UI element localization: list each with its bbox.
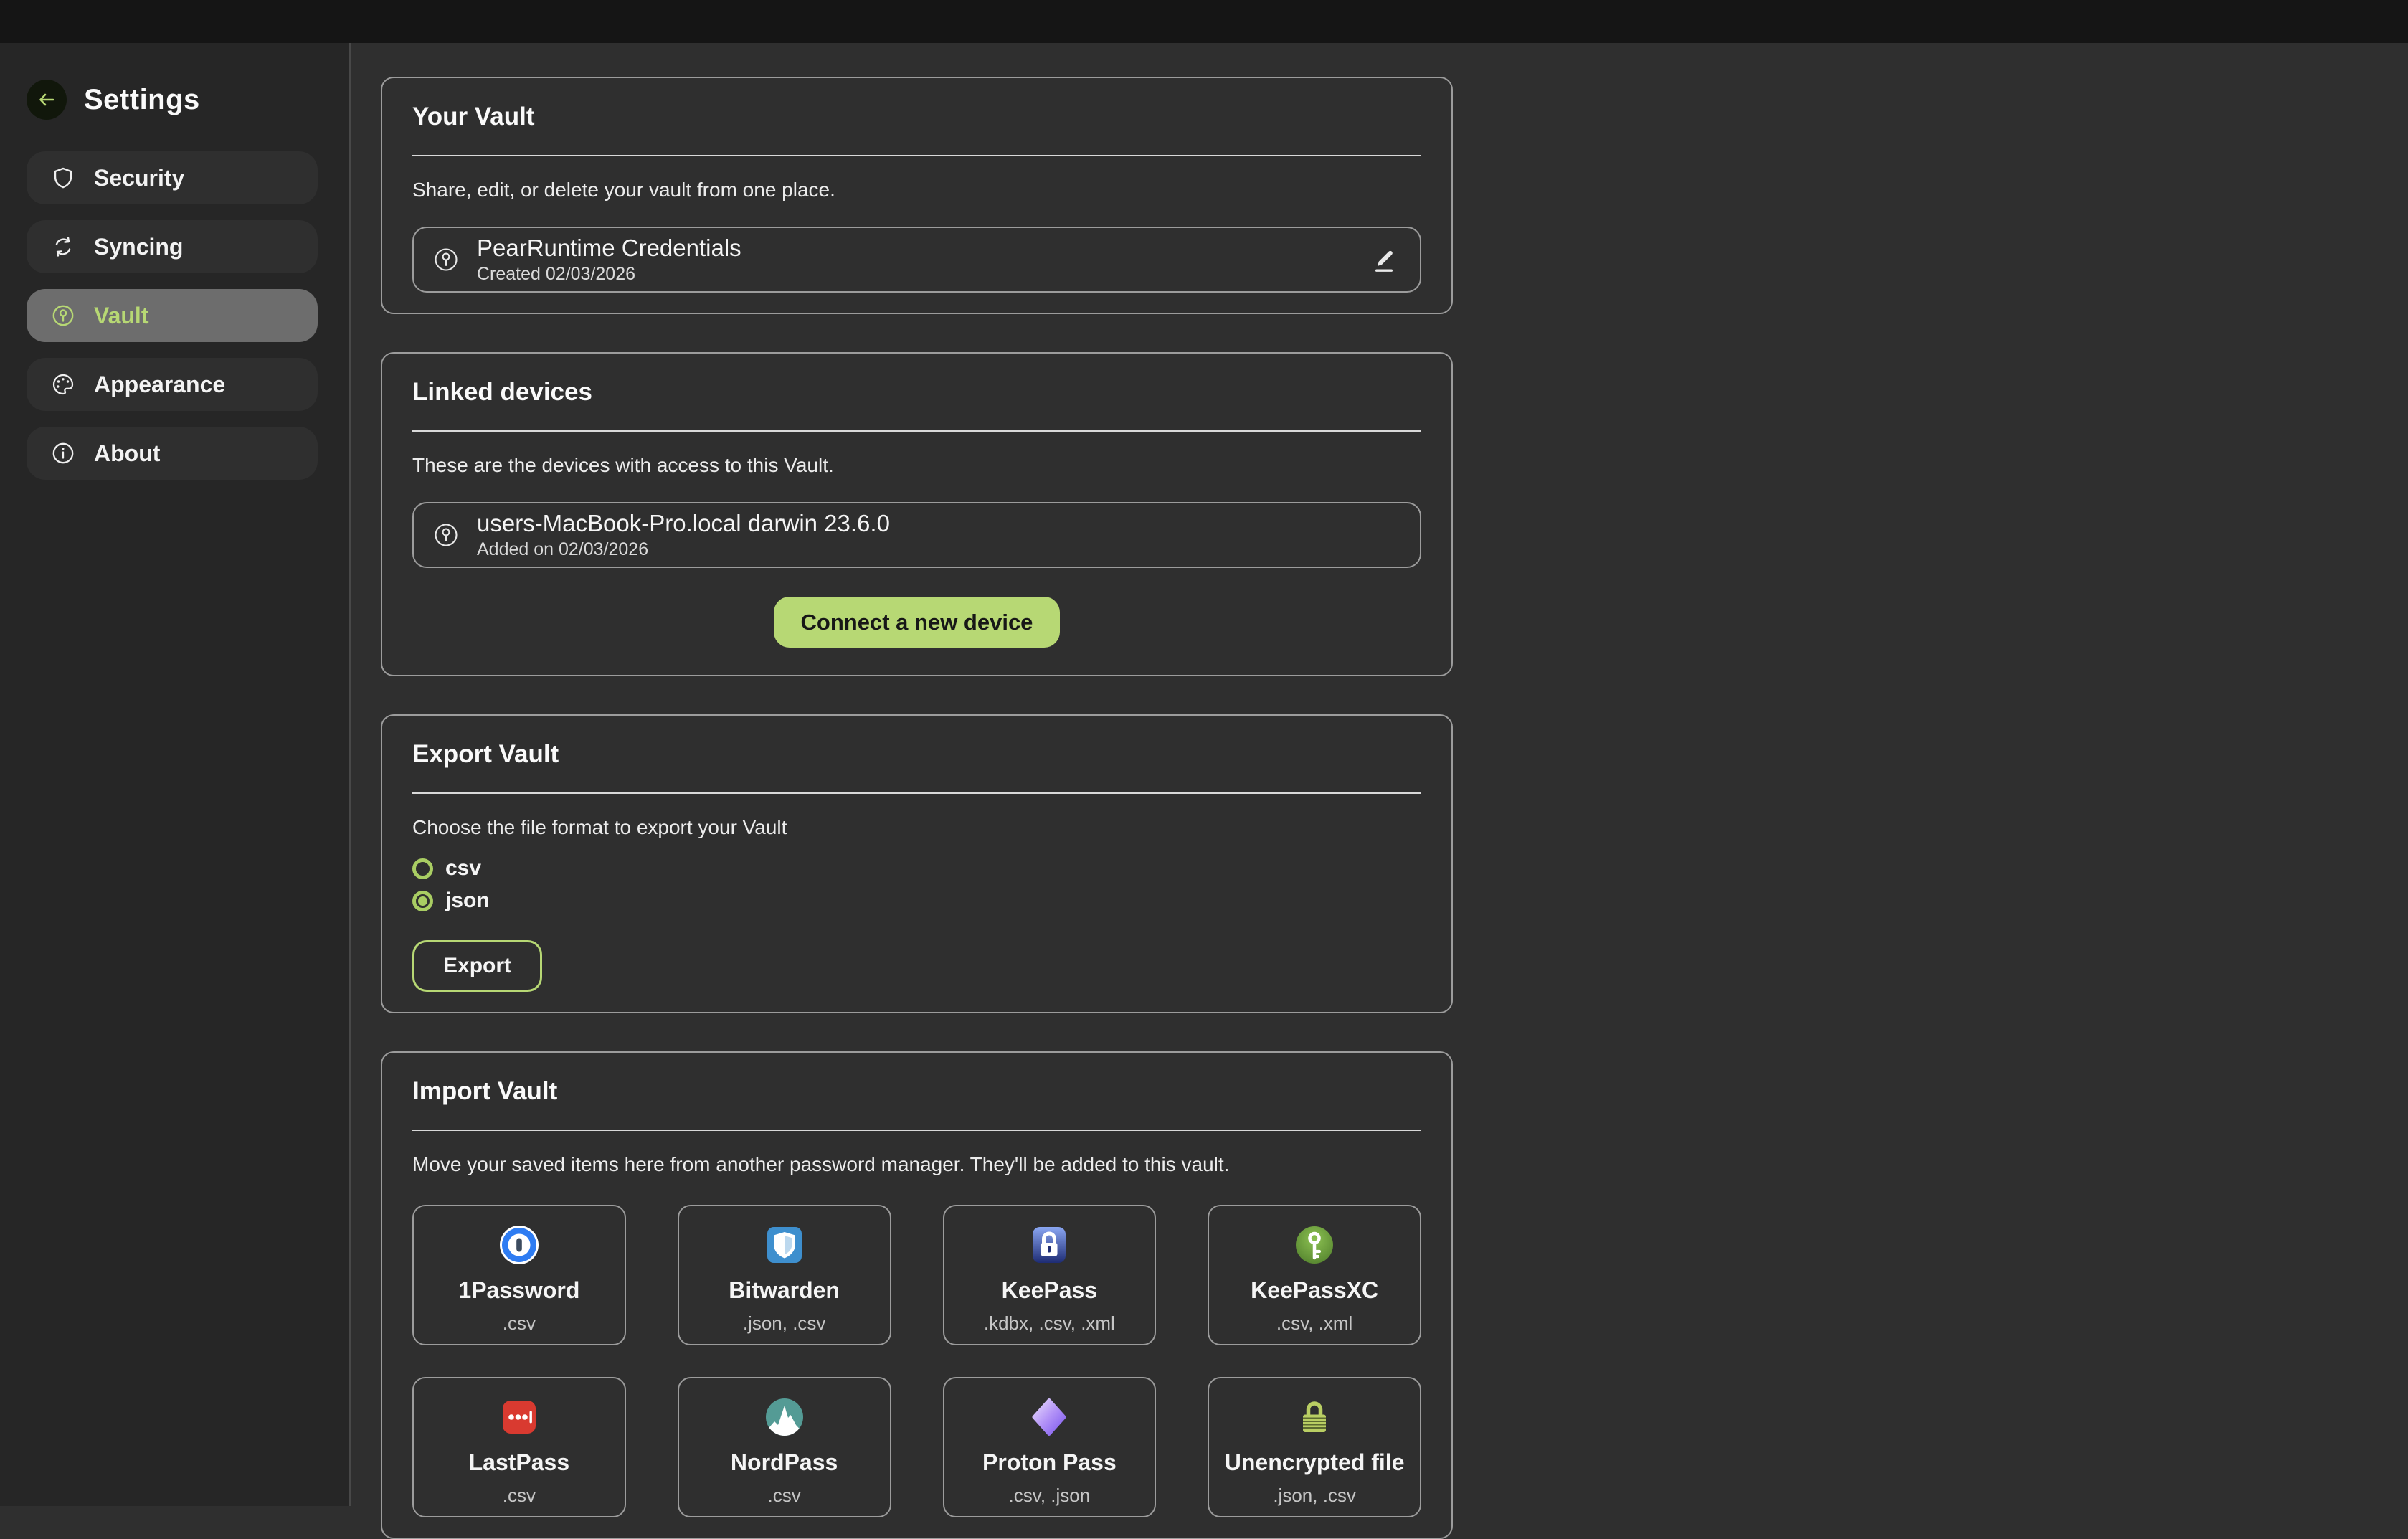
divider <box>412 155 1421 156</box>
your-vault-card: Your Vault Share, edit, or delete your v… <box>381 77 1453 314</box>
card-title: Linked devices <box>412 378 1421 407</box>
settings-nav: Security Syncing Vault <box>27 151 318 480</box>
back-button[interactable] <box>27 80 67 120</box>
import-vault-card: Import Vault Move your saved items here … <box>381 1051 1453 1539</box>
titlebar <box>0 0 2408 43</box>
vault-name: PearRuntime Credentials <box>477 235 741 262</box>
shield-icon <box>51 166 75 190</box>
card-title: Your Vault <box>412 103 1421 131</box>
key-icon <box>432 521 460 549</box>
import-tile-bitwarden[interactable]: Bitwarden .json, .csv <box>678 1205 891 1345</box>
sidebar-item-label: Security <box>94 165 184 191</box>
device-item-row[interactable]: users-MacBook-Pro.local darwin 23.6.0 Ad… <box>412 502 1421 568</box>
provider-name: KeePass <box>1002 1277 1097 1304</box>
onepassword-icon <box>498 1223 541 1266</box>
settings-main: Your Vault Share, edit, or delete your v… <box>354 43 2408 1506</box>
provider-formats: .csv <box>503 1484 536 1507</box>
import-tile-1password[interactable]: 1Password .csv <box>412 1205 626 1345</box>
keepassxc-icon <box>1293 1223 1336 1266</box>
radio-option-csv[interactable]: csv <box>412 856 1421 881</box>
sidebar-item-label: About <box>94 440 160 467</box>
key-icon <box>432 246 460 273</box>
nordpass-icon <box>763 1396 806 1439</box>
card-description: These are the devices with access to thi… <box>412 454 1421 477</box>
protonpass-icon <box>1028 1396 1071 1439</box>
key-circle-icon <box>51 303 75 328</box>
page-title: Settings <box>84 84 200 116</box>
divider <box>412 792 1421 794</box>
radio-label: json <box>445 889 490 913</box>
sidebar-item-label: Syncing <box>94 234 183 260</box>
provider-formats: .csv, .xml <box>1276 1312 1352 1335</box>
import-tile-keepass[interactable]: KeePass .kdbx, .csv, .xml <box>943 1205 1157 1345</box>
sidebar-header: Settings <box>27 80 318 120</box>
provider-name: Proton Pass <box>982 1449 1117 1476</box>
sidebar-item-syncing[interactable]: Syncing <box>27 220 318 273</box>
linked-devices-card: Linked devices These are the devices wit… <box>381 352 1453 676</box>
provider-formats: .kdbx, .csv, .xml <box>984 1312 1115 1335</box>
provider-formats: .csv <box>768 1484 801 1507</box>
import-tile-lastpass[interactable]: LastPass .csv <box>412 1377 626 1517</box>
provider-name: 1Password <box>458 1277 579 1304</box>
provider-formats: .json, .csv <box>1273 1484 1356 1507</box>
import-provider-grid: 1Password .csv Bitwarden .json, .csv <box>412 1205 1421 1517</box>
keepass-icon <box>1028 1223 1071 1266</box>
sidebar-item-label: Appearance <box>94 371 225 398</box>
import-tile-unencrypted-file[interactable]: Unencrypted file .json, .csv <box>1208 1377 1421 1517</box>
back-arrow-icon <box>36 89 57 110</box>
provider-name: NordPass <box>731 1449 838 1476</box>
sidebar-item-security[interactable]: Security <box>27 151 318 204</box>
sidebar-item-about[interactable]: About <box>27 427 318 480</box>
card-title: Export Vault <box>412 740 1421 769</box>
vault-item-row[interactable]: PearRuntime Credentials Created 02/03/20… <box>412 227 1421 293</box>
lastpass-icon <box>498 1396 541 1439</box>
provider-name: KeePassXC <box>1251 1277 1378 1304</box>
export-button[interactable]: Export <box>412 940 542 992</box>
import-tile-nordpass[interactable]: NordPass .csv <box>678 1377 891 1517</box>
connect-new-device-button[interactable]: Connect a new device <box>774 597 1061 648</box>
vault-created-date: Created 02/03/2026 <box>477 264 741 285</box>
card-description: Move your saved items here from another … <box>412 1153 1421 1176</box>
provider-name: LastPass <box>469 1449 570 1476</box>
sync-icon <box>51 235 75 259</box>
bitwarden-icon <box>763 1223 806 1266</box>
export-format-radio-group: csv json <box>412 856 1421 913</box>
device-added-date: Added on 02/03/2026 <box>477 539 890 560</box>
divider <box>412 1130 1421 1131</box>
sidebar-item-vault[interactable]: Vault <box>27 289 318 342</box>
provider-formats: .csv <box>503 1312 536 1335</box>
sidebar-item-appearance[interactable]: Appearance <box>27 358 318 411</box>
radio-circle-icon <box>412 891 433 911</box>
provider-name: Unencrypted file <box>1225 1449 1405 1476</box>
settings-sidebar: Settings Security Syncing <box>0 43 351 1506</box>
provider-formats: .json, .csv <box>743 1312 826 1335</box>
import-tile-keepassxc[interactable]: KeePassXC .csv, .xml <box>1208 1205 1421 1345</box>
export-vault-card: Export Vault Choose the file format to e… <box>381 714 1453 1013</box>
unencrypted-file-icon <box>1293 1396 1336 1439</box>
radio-label: csv <box>445 856 481 881</box>
radio-option-json[interactable]: json <box>412 889 1421 913</box>
sidebar-item-label: Vault <box>94 303 148 329</box>
info-icon <box>51 441 75 465</box>
provider-formats: .csv, .json <box>1009 1484 1091 1507</box>
divider <box>412 430 1421 432</box>
palette-icon <box>51 372 75 397</box>
device-name: users-MacBook-Pro.local darwin 23.6.0 <box>477 510 890 537</box>
provider-name: Bitwarden <box>729 1277 840 1304</box>
card-description: Choose the file format to export your Va… <box>412 816 1421 839</box>
edit-pencil-icon <box>1368 244 1400 275</box>
import-tile-protonpass[interactable]: Proton Pass .csv, .json <box>943 1377 1157 1517</box>
card-description: Share, edit, or delete your vault from o… <box>412 179 1421 202</box>
card-title: Import Vault <box>412 1077 1421 1106</box>
edit-vault-button[interactable] <box>1367 242 1401 277</box>
radio-circle-icon <box>412 858 433 879</box>
